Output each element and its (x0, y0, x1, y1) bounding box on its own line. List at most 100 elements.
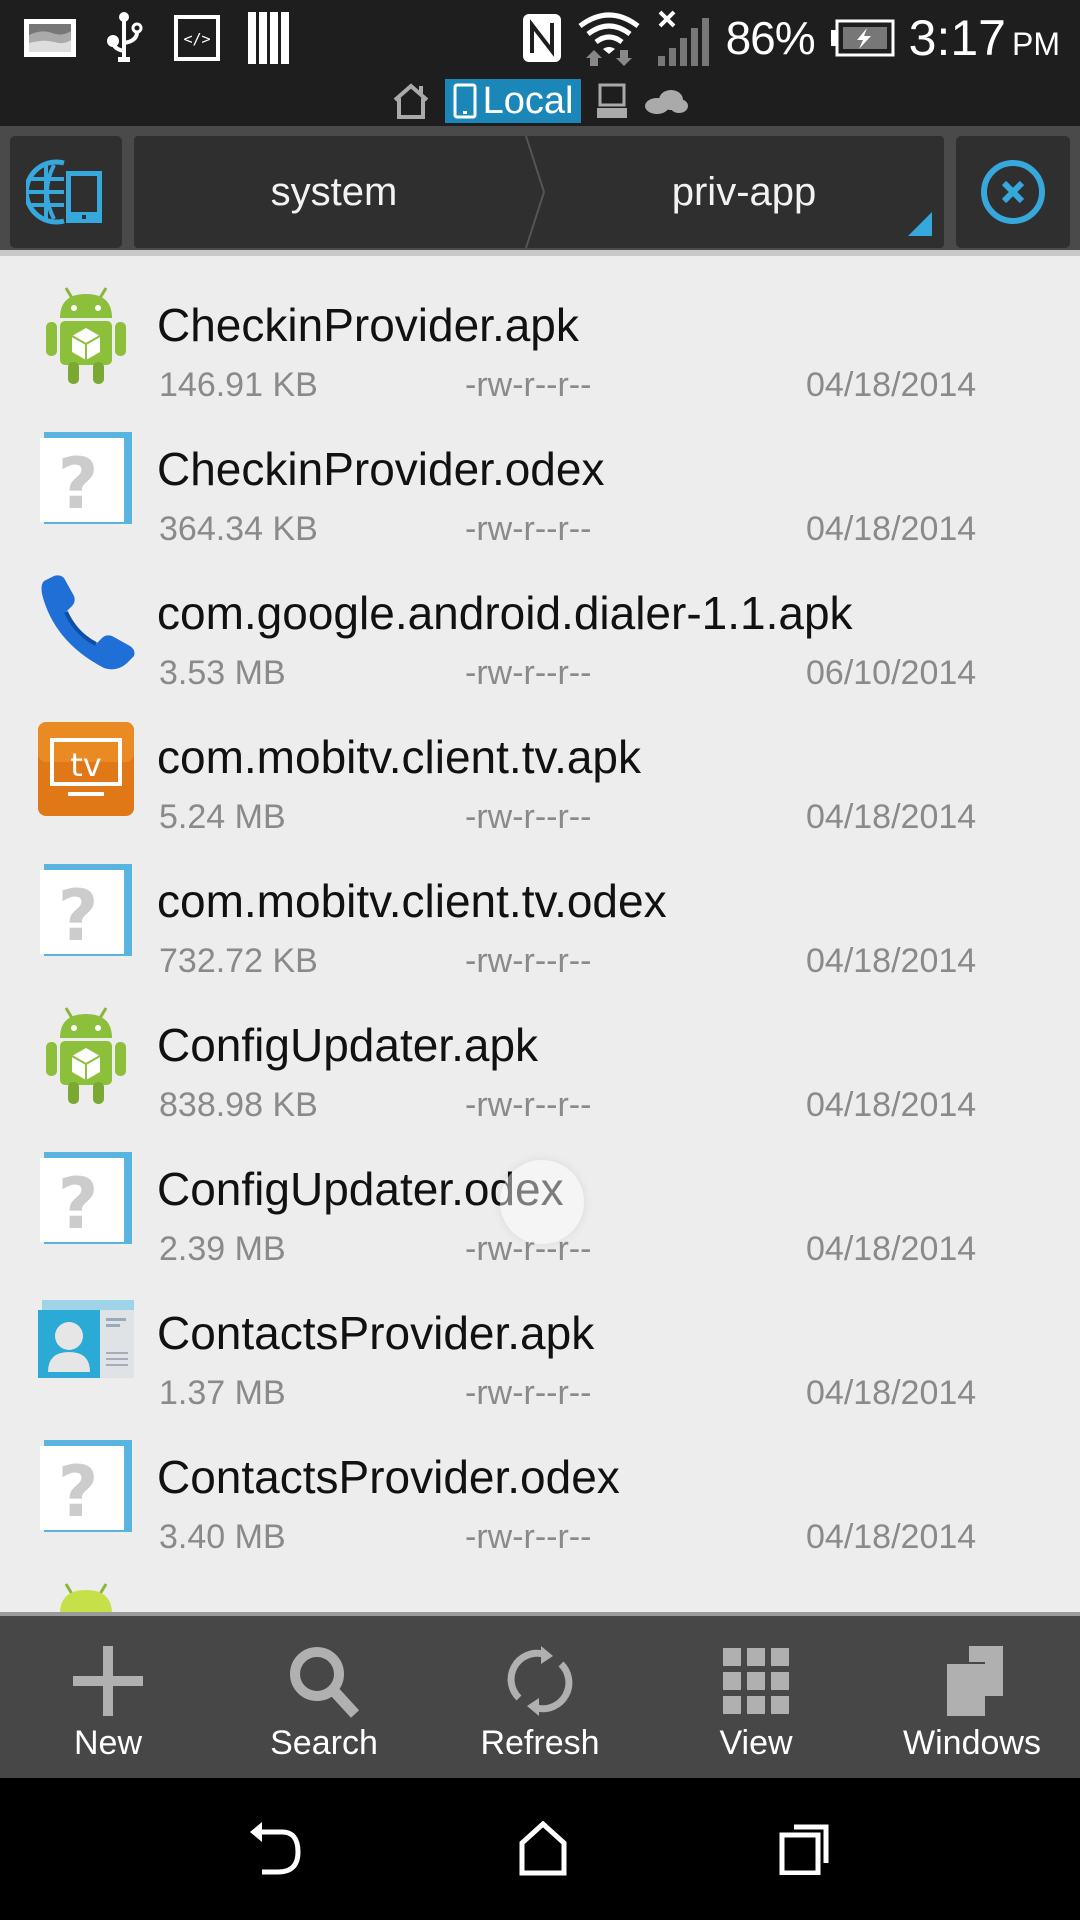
file-permissions: -rw-r--r-- (465, 366, 592, 404)
svg-text:</>: </> (183, 30, 210, 48)
view-button[interactable]: View (648, 1616, 864, 1778)
gallery-icon (24, 19, 76, 57)
breadcrumb-priv-app[interactable]: priv-app (544, 136, 944, 248)
unknown-file-icon: ? (40, 1440, 132, 1533)
cloud-icon[interactable] (643, 86, 689, 116)
file-row[interactable]: tv com.mobitv.client.tv.apk 5.24 MB -rw-… (0, 694, 1080, 838)
recents-icon[interactable] (778, 1823, 832, 1875)
file-size: 5.24 MB (159, 798, 286, 836)
dropdown-corner-icon[interactable] (908, 212, 932, 236)
touch-indicator (500, 1160, 584, 1244)
plus-icon (73, 1646, 143, 1716)
phone-icon (453, 83, 477, 119)
grid-view-icon (723, 1648, 789, 1714)
clock: 3:17 PM (908, 10, 1060, 66)
close-circle-icon (981, 160, 1045, 224)
wifi-icon (578, 12, 640, 66)
tab-local[interactable]: Local (444, 79, 582, 123)
nfc-icon (522, 14, 561, 62)
file-size: 364.34 KB (159, 510, 318, 548)
file-name: com.google.android.dialer-1.1.apk (157, 587, 853, 639)
windows-icon (943, 1646, 1003, 1716)
search-button[interactable]: Search (216, 1616, 432, 1778)
breadcrumb-system[interactable]: system (134, 136, 534, 248)
unknown-file-icon: ? (40, 1152, 132, 1245)
file-size: 732.72 KB (159, 942, 318, 980)
file-name: ContactsProvider.apk (157, 1307, 595, 1359)
file-date: 04/18/2014 (806, 1086, 977, 1124)
svg-text:?: ? (58, 1451, 99, 1533)
notification-icons: </> (22, 12, 290, 64)
breadcrumb: system priv-app (134, 136, 944, 248)
file-size: 2.39 MB (159, 1230, 286, 1268)
laptop-icon[interactable] (595, 82, 629, 120)
file-name: com.mobitv.client.tv.odex (157, 875, 667, 927)
svg-text:tv: tv (70, 746, 101, 784)
svg-text:?: ? (58, 1163, 99, 1245)
refresh-button[interactable]: Refresh (432, 1616, 648, 1778)
unknown-file-icon: ? (40, 432, 132, 525)
contacts-app-icon (38, 1300, 134, 1378)
file-size: 146.91 KB (159, 366, 318, 404)
home-icon[interactable] (391, 82, 431, 120)
android-apk-icon (46, 287, 126, 384)
path-bar: system priv-app (0, 126, 1080, 256)
file-date: 04/18/2014 (806, 510, 977, 548)
new-label: New (73, 1724, 143, 1762)
windows-button[interactable]: Windows (864, 1616, 1080, 1778)
file-date: 04/18/2014 (806, 1518, 977, 1556)
file-name: CheckinProvider.apk (157, 299, 579, 351)
refresh-icon (507, 1646, 573, 1716)
refresh-label: Refresh (480, 1724, 600, 1762)
file-permissions: -rw-r--r-- (465, 1374, 592, 1412)
battery-charging-icon (830, 19, 895, 57)
location-tabs: Local (0, 76, 1080, 126)
file-permissions: -rw-r--r-- (465, 942, 592, 980)
windows-label: Windows (903, 1724, 1041, 1762)
file-name: com.mobitv.client.tv.apk (157, 731, 642, 783)
file-size: 1.37 MB (159, 1374, 286, 1412)
unknown-file-icon: ? (40, 864, 132, 957)
file-permissions: -rw-r--r-- (465, 510, 592, 548)
file-name: ContactsProvider.odex (157, 1451, 620, 1503)
close-window-button[interactable] (956, 136, 1070, 248)
svg-text:?: ? (58, 443, 99, 525)
network-toggle-button[interactable] (10, 136, 122, 248)
search-label: Search (270, 1724, 378, 1762)
file-permissions: -rw-r--r-- (465, 654, 592, 692)
file-row[interactable]: com.google.android.dialer-1.1.apk 3.53 M… (0, 550, 1080, 694)
file-row[interactable]: CheckinProvider.apk 146.91 KB -rw-r--r--… (0, 262, 1080, 406)
svg-text:?: ? (58, 875, 99, 957)
tab-local-label: Local (482, 79, 574, 122)
file-row-partial[interactable] (0, 1558, 1080, 1612)
file-list: CheckinProvider.apk 146.91 KB -rw-r--r--… (0, 262, 1080, 1612)
file-date: 04/18/2014 (806, 942, 977, 980)
status-bar: </> 86% 3:17 PM (0, 0, 1080, 76)
developer-code-icon: </> (174, 15, 220, 61)
file-date: 06/10/2014 (806, 654, 977, 692)
file-date: 04/18/2014 (806, 798, 977, 836)
file-row[interactable]: ? ContactsProvider.odex 3.40 MB -rw-r--r… (0, 1414, 1080, 1558)
new-button[interactable]: New (0, 1616, 216, 1778)
file-row[interactable]: ContactsProvider.apk 1.37 MB -rw-r--r-- … (0, 1270, 1080, 1414)
android-apk-icon (46, 1007, 126, 1104)
search-icon (290, 1647, 360, 1718)
view-label: View (719, 1724, 793, 1762)
file-row[interactable]: ? com.mobitv.client.tv.odex 732.72 KB -r… (0, 838, 1080, 982)
file-size: 3.40 MB (159, 1518, 286, 1556)
file-size: 3.53 MB (159, 654, 286, 692)
file-size: 838.98 KB (159, 1086, 318, 1124)
usb-icon (107, 12, 143, 62)
file-row[interactable]: ? CheckinProvider.odex 364.34 KB -rw-r--… (0, 406, 1080, 550)
back-icon[interactable] (248, 1822, 308, 1876)
bottom-toolbar: New Search Refresh View Windows (0, 1612, 1080, 1778)
system-nav-bar (0, 1778, 1080, 1920)
file-permissions: -rw-r--r-- (465, 798, 592, 836)
globe-phone-icon (26, 159, 102, 225)
android-apk-icon (60, 1583, 112, 1612)
file-row[interactable]: ConfigUpdater.apk 838.98 KB -rw-r--r-- 0… (0, 982, 1080, 1126)
home-icon[interactable] (518, 1821, 568, 1877)
barcode-icon (248, 12, 289, 64)
file-permissions: -rw-r--r-- (465, 1086, 592, 1124)
system-icons: 86% 3:17 PM (522, 8, 1060, 68)
